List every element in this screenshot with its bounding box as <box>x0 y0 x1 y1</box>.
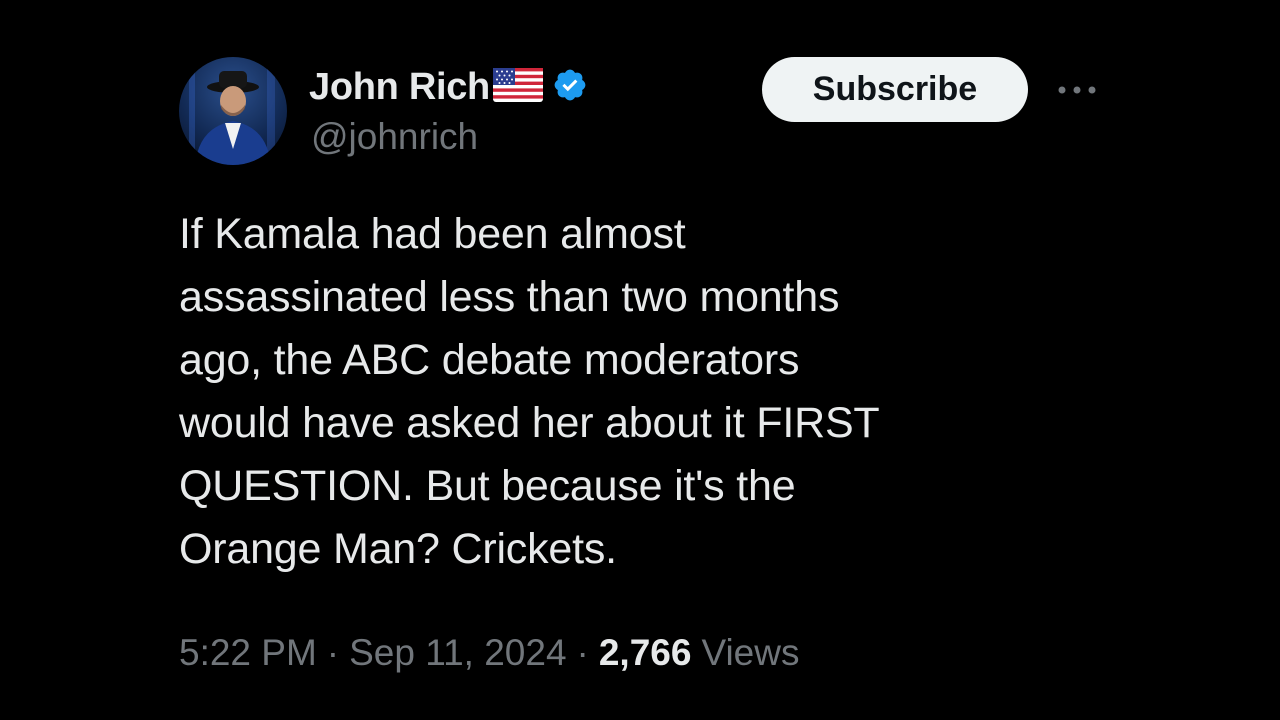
meta-separator: · <box>326 632 340 673</box>
verified-badge-icon <box>552 67 588 108</box>
subscribe-button[interactable]: Subscribe <box>762 57 1028 122</box>
meta-separator: · <box>576 632 589 673</box>
tweet-date[interactable]: Sep 11, 2024 <box>349 632 566 674</box>
tweet-meta: 5:22 PM · Sep 11, 2024 · 2,766 Views <box>179 632 799 674</box>
tweet-text: If Kamala had been almost assassinated l… <box>179 210 880 573</box>
views-label: Views <box>701 632 800 673</box>
tweet-time[interactable]: 5:22 PM <box>179 632 317 674</box>
author-handle[interactable]: @johnrich <box>311 116 478 158</box>
more-options-icon <box>1058 86 1096 94</box>
tweet-card: John Rich @johnrich Subscribe If Kamala … <box>0 0 1280 720</box>
display-name[interactable]: John Rich <box>309 66 490 109</box>
more-options-button[interactable] <box>1054 76 1100 104</box>
avatar[interactable] <box>179 57 287 165</box>
author-name-row[interactable]: John Rich <box>309 62 588 112</box>
us-flag-icon <box>492 67 543 107</box>
views-count[interactable]: 2,766 <box>599 632 692 674</box>
avatar-image <box>189 57 275 165</box>
